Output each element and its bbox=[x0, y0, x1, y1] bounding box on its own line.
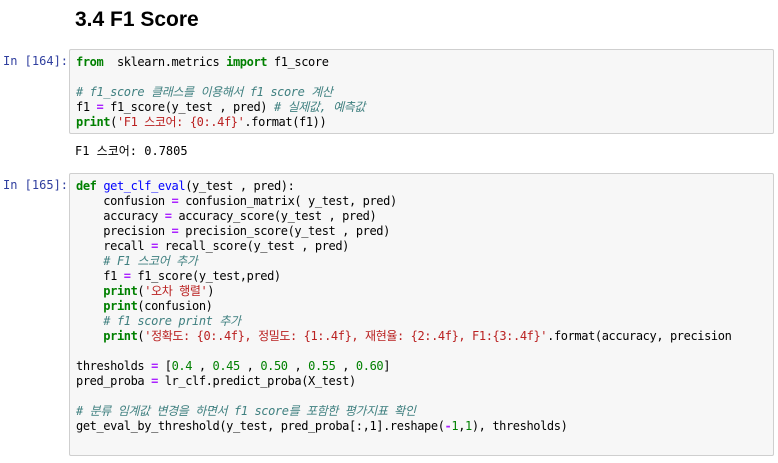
code-token: f1_score(y_test,pred) bbox=[130, 269, 281, 283]
cell-prompt: In [164]: bbox=[3, 54, 69, 68]
code-token: 0.60 bbox=[355, 359, 384, 373]
code-token: lr_clf.predict_proba(X_test) bbox=[157, 374, 357, 388]
code-line: def get_clf_eval(y_test , pred): bbox=[76, 179, 767, 194]
code-token: # f1_score 클래스를 이용해서 f1 score 계산 bbox=[76, 85, 333, 99]
code-token: from bbox=[76, 55, 104, 69]
code-token: 0.55 bbox=[308, 359, 336, 373]
code-token: sklearn.metrics bbox=[103, 55, 227, 69]
code-token: ] bbox=[383, 359, 391, 373]
code-token: f1 bbox=[76, 100, 97, 114]
code-line: from sklearn.metrics import f1_score bbox=[76, 55, 767, 70]
code-token: print bbox=[76, 299, 138, 313]
code-line: f1 = f1_score(y_test,pred) bbox=[76, 269, 767, 284]
code-token: '오차 행렬' bbox=[144, 284, 208, 298]
code-input-area[interactable]: from sklearn.metrics import f1_score # f… bbox=[69, 49, 774, 134]
code-line: confusion = confusion_matrix( y_test, pr… bbox=[76, 194, 767, 209]
code-token: f1 bbox=[76, 269, 124, 283]
code-token: 0.4 bbox=[171, 359, 193, 373]
code-token: ), thresholds) bbox=[471, 419, 568, 433]
code-token: accuracy bbox=[76, 209, 165, 223]
code-line: print('F1 스코어: {0:.4f}'.format(f1)) bbox=[76, 115, 767, 130]
code-token: print bbox=[76, 115, 111, 129]
cell-output: F1 스코어: 0.7805 bbox=[75, 144, 188, 158]
code-token: '정확도: {0:.4f}, 정밀도: {1:.4f}, 재현율: {2:.4f… bbox=[144, 329, 548, 343]
code-token: , bbox=[335, 359, 356, 373]
code-token: = bbox=[151, 374, 158, 388]
code-token: = bbox=[123, 269, 131, 283]
code-token: f1_score bbox=[267, 55, 329, 69]
code-token: .format(accuracy, precision bbox=[547, 329, 732, 343]
code-line: print('오차 행렬') bbox=[76, 284, 767, 299]
code-token: precision_score(y_test , pred) bbox=[178, 224, 390, 238]
code-token: f1_score(y_test , pred) bbox=[103, 100, 274, 114]
code-token: = bbox=[151, 359, 158, 373]
code-token: import bbox=[226, 55, 268, 69]
code-token: get_eval_by_threshold(y_test, pred_proba… bbox=[76, 419, 445, 433]
code-input-area[interactable]: def get_clf_eval(y_test , pred): confusi… bbox=[69, 173, 774, 456]
code-line: f1 = f1_score(y_test , pred) # 실제값, 예측값 bbox=[76, 100, 767, 115]
code-line: # f1_score 클래스를 이용해서 f1 score 계산 bbox=[76, 85, 767, 100]
code-token: print bbox=[76, 284, 138, 298]
code-token: , bbox=[239, 359, 261, 373]
code-token: .format(f1)) bbox=[244, 115, 327, 129]
code-line: accuracy = accuracy_score(y_test , pred) bbox=[76, 209, 767, 224]
code-token: (y_test , pred): bbox=[185, 179, 295, 193]
code-line: print('정확도: {0:.4f}, 정밀도: {1:.4f}, 재현율: … bbox=[76, 329, 767, 344]
code-token: = bbox=[164, 209, 172, 223]
code-token: print bbox=[76, 329, 138, 343]
code-token: = bbox=[151, 239, 158, 253]
code-token: ) bbox=[207, 284, 215, 298]
code-token: # 분류 임계값 변경을 하면서 f1 score를 포함한 평가지표 확인 bbox=[76, 404, 416, 418]
code-token: accuracy_score(y_test , pred) bbox=[171, 209, 377, 223]
code-line: # f1 score print 추가 bbox=[76, 314, 767, 329]
code-token: 0.50 bbox=[260, 359, 288, 373]
code-token: confusion_matrix( y_test, pred) bbox=[178, 194, 397, 208]
code-line: thresholds = [0.4 , 0.45 , 0.50 , 0.55 ,… bbox=[76, 359, 767, 374]
code-line: # F1 스코어 추가 bbox=[76, 254, 767, 269]
code-token: pred_proba bbox=[76, 374, 152, 388]
code-token: confusion bbox=[76, 194, 172, 208]
code-token: , bbox=[192, 359, 213, 373]
code-token: , bbox=[287, 359, 309, 373]
code-line: recall = recall_score(y_test , pred) bbox=[76, 239, 767, 254]
code-line: # 분류 임계값 변경을 하면서 f1 score를 포함한 평가지표 확인 bbox=[76, 404, 767, 419]
code-token: recall_score(y_test , pred) bbox=[157, 239, 350, 253]
code-token: recall bbox=[76, 239, 152, 253]
code-line: print(confusion) bbox=[76, 299, 767, 314]
code-token: # F1 스코어 추가 bbox=[76, 254, 198, 268]
cell-prompt: In [165]: bbox=[3, 178, 69, 192]
code-token: 0.45 bbox=[212, 359, 241, 373]
code-token: precision bbox=[76, 224, 172, 238]
code-token: 1 bbox=[465, 419, 472, 433]
code-line: pred_proba = lr_clf.predict_proba(X_test… bbox=[76, 374, 767, 389]
code-line: precision = precision_score(y_test , pre… bbox=[76, 224, 767, 239]
code-token: 'F1 스코어: {0:.4f}' bbox=[116, 115, 245, 129]
code-token: ( bbox=[110, 115, 117, 129]
code-token: , bbox=[458, 419, 466, 433]
code-line: get_eval_by_threshold(y_test, pred_proba… bbox=[76, 419, 767, 434]
code-token: def bbox=[76, 179, 97, 193]
code-token: [ bbox=[157, 359, 172, 373]
code-token: (confusion) bbox=[137, 299, 213, 313]
code-token: # f1 score print 추가 bbox=[76, 314, 241, 328]
code-token: get_clf_eval bbox=[103, 179, 186, 193]
code-token: thresholds bbox=[76, 359, 152, 373]
code-token: # 실제값, 예측값 bbox=[273, 100, 366, 114]
section-heading: 3.4 F1 Score bbox=[75, 8, 199, 31]
